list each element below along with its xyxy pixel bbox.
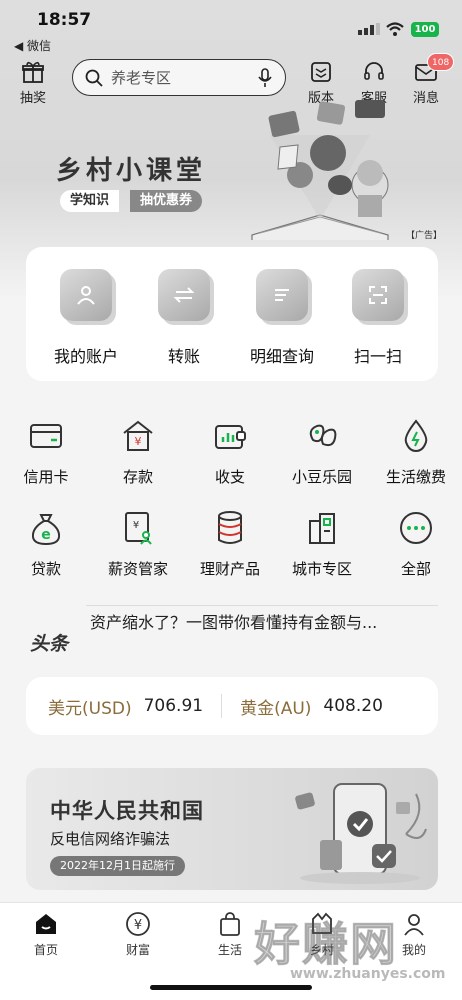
quick-actions-card: 我的账户 转账 明细查询 扫一扫 bbox=[26, 247, 438, 381]
service-label: 全部 bbox=[400, 560, 431, 578]
lottery-label: 抽奖 bbox=[20, 91, 47, 106]
my-account-button[interactable]: 我的账户 bbox=[38, 269, 134, 367]
rate-value: 408.20 bbox=[323, 696, 383, 716]
promo-date: 2022年12月1日起施行 bbox=[50, 856, 185, 876]
headline-divider bbox=[86, 605, 438, 606]
tab-home[interactable]: 首页 bbox=[0, 911, 92, 958]
rate-gold[interactable]: 黄金(AU) 408.20 bbox=[240, 694, 383, 719]
service-city-zone[interactable]: 城市专区 bbox=[276, 508, 368, 579]
service-loan[interactable]: e 贷款 bbox=[0, 508, 92, 579]
user-icon bbox=[60, 269, 112, 321]
exchange-rate-card[interactable]: 美元(USD) 706.91 黄金(AU) 408.20 bbox=[26, 677, 438, 735]
promo-title: 中华人民共和国 bbox=[50, 799, 204, 823]
service-income-expense[interactable]: 收支 bbox=[184, 416, 276, 487]
banner-tag-learn: 学知识 bbox=[60, 190, 120, 212]
promo-subtitle: 反电信网络诈骗法 bbox=[50, 830, 171, 848]
wifi-icon bbox=[386, 22, 404, 36]
statement-query-button[interactable]: 明细查询 bbox=[234, 269, 330, 367]
rate-value: 706.91 bbox=[143, 696, 204, 716]
service-label: 收支 bbox=[214, 468, 245, 486]
service-utility-payment[interactable]: 生活缴费 bbox=[370, 416, 462, 487]
document-icon bbox=[256, 269, 308, 321]
service-label: 存款 bbox=[122, 468, 153, 486]
status-time: 18:57 bbox=[37, 10, 92, 30]
shopping-bag-icon bbox=[220, 912, 240, 936]
service-label: 信用卡 bbox=[23, 468, 69, 486]
profile-icon bbox=[404, 914, 424, 936]
svg-text:¥: ¥ bbox=[134, 918, 142, 933]
service-label: 生活缴费 bbox=[385, 468, 446, 486]
messages-label: 消息 bbox=[413, 91, 440, 106]
headline-logo: 头条 bbox=[30, 633, 69, 655]
service-label: 理财产品 bbox=[199, 560, 260, 578]
yuan-coin-icon: ¥ bbox=[126, 912, 150, 936]
tab-label: 首页 bbox=[33, 943, 58, 957]
ad-label: 【广告】 bbox=[406, 231, 443, 241]
rate-name: 黄金(AU) bbox=[240, 698, 312, 719]
more-dots-icon bbox=[396, 508, 436, 548]
service-label: 贷款 bbox=[30, 560, 61, 578]
home-indicator bbox=[150, 985, 312, 990]
status-bar: 18:57 ◀ 微信 100 bbox=[0, 0, 462, 56]
search-icon bbox=[85, 69, 103, 87]
lottery-button[interactable]: 抽奖 bbox=[20, 60, 46, 106]
scan-button[interactable]: 扫一扫 bbox=[330, 269, 426, 367]
version-icon bbox=[311, 62, 331, 82]
phone-security-illustration bbox=[295, 783, 427, 884]
gift-icon bbox=[22, 61, 44, 83]
transfer-label: 转账 bbox=[167, 347, 200, 366]
service-wealth-products[interactable]: 理财产品 bbox=[184, 508, 276, 579]
tab-label: 我的 bbox=[401, 943, 426, 957]
tab-label: 财富 bbox=[125, 943, 150, 957]
message-count-badge: 108 bbox=[427, 53, 455, 71]
service-label: 城市专区 bbox=[291, 560, 352, 578]
book-illustration bbox=[251, 100, 389, 240]
scan-icon bbox=[352, 269, 404, 321]
rate-divider bbox=[221, 694, 223, 718]
rate-name: 美元(USD) bbox=[48, 698, 132, 719]
money-bag-icon: e bbox=[26, 508, 66, 548]
bean-icon bbox=[302, 416, 342, 456]
signal-icon bbox=[358, 23, 380, 35]
tab-wealth[interactable]: ¥ 财富 bbox=[92, 911, 184, 958]
microphone-icon[interactable] bbox=[257, 67, 273, 88]
my-account-label: 我的账户 bbox=[53, 347, 118, 366]
banner-title: 乡村小课堂 bbox=[56, 156, 207, 186]
svg-text:¥: ¥ bbox=[135, 435, 142, 448]
service-salary-manager[interactable]: ¥ 薪资管家 bbox=[92, 508, 184, 579]
service-label: 薪资管家 bbox=[107, 560, 168, 578]
home-icon bbox=[36, 914, 56, 934]
search-placeholder[interactable]: 养老专区 bbox=[111, 67, 257, 88]
wallet-chart-icon bbox=[210, 416, 250, 456]
svg-text:¥: ¥ bbox=[133, 520, 139, 531]
city-buildings-icon bbox=[302, 508, 342, 548]
transfer-icon bbox=[158, 269, 210, 321]
back-to-wechat-link[interactable]: ◀ 微信 bbox=[14, 37, 51, 54]
credit-card-icon bbox=[26, 416, 66, 456]
headset-icon bbox=[364, 62, 384, 80]
svg-text:e: e bbox=[41, 527, 51, 543]
deposit-house-icon: ¥ bbox=[118, 416, 158, 456]
statement-query-label: 明细查询 bbox=[249, 347, 314, 366]
service-deposit[interactable]: ¥ 存款 bbox=[92, 416, 184, 487]
watermark-text: 好赚网 bbox=[254, 917, 398, 972]
battery-indicator: 100 bbox=[411, 22, 439, 37]
anti-fraud-law-banner[interactable]: 中华人民共和国 反电信网络诈骗法 2022年12月1日起施行 bbox=[26, 768, 438, 890]
transfer-button[interactable]: 转账 bbox=[136, 269, 232, 367]
rate-usd[interactable]: 美元(USD) 706.91 bbox=[48, 694, 203, 719]
service-label: 小豆乐园 bbox=[291, 468, 352, 486]
service-all[interactable]: 全部 bbox=[370, 508, 462, 579]
salary-document-icon: ¥ bbox=[118, 508, 158, 548]
water-drop-icon bbox=[396, 416, 436, 456]
banner-tag-coupon: 抽优惠券 bbox=[130, 190, 203, 212]
headline-text[interactable]: 资产缩水了？一图带你看懂持有金额与... bbox=[90, 609, 438, 633]
search-bar[interactable]: 养老专区 bbox=[72, 59, 286, 96]
service-credit-card[interactable]: 信用卡 bbox=[0, 416, 92, 487]
service-xiaodou-park[interactable]: 小豆乐园 bbox=[276, 416, 368, 487]
watermark-url: www.zhuanyes.com bbox=[290, 966, 446, 982]
coin-stack-icon bbox=[210, 508, 250, 548]
tab-label: 生活 bbox=[217, 943, 242, 957]
scan-label: 扫一扫 bbox=[353, 347, 402, 366]
